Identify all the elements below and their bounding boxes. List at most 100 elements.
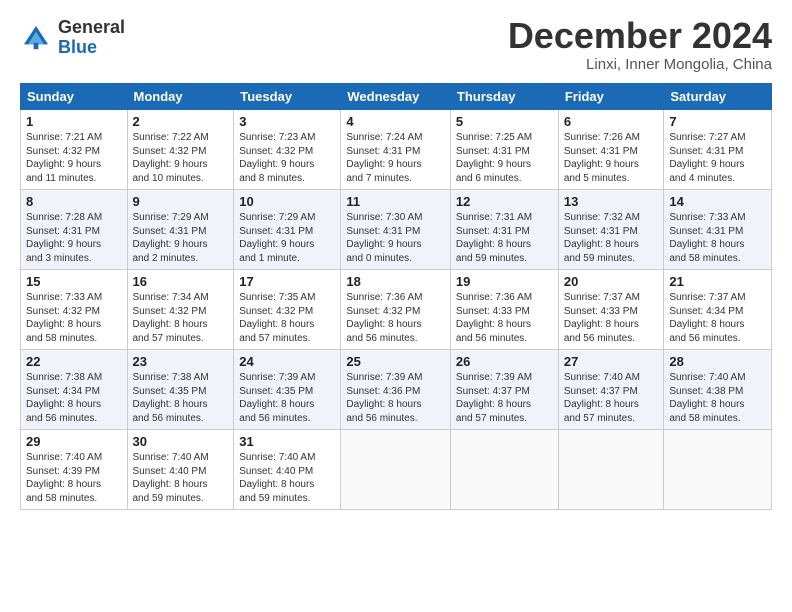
calendar-week-row: 8Sunrise: 7:28 AM Sunset: 4:31 PM Daylig… [21, 190, 772, 270]
day-details: Sunrise: 7:39 AM Sunset: 4:37 PM Dayligh… [456, 371, 553, 425]
day-number: 6 [564, 114, 659, 129]
month-title: December 2024 [508, 18, 772, 54]
calendar-week-row: 29Sunrise: 7:40 AM Sunset: 4:39 PM Dayli… [21, 430, 772, 510]
calendar-cell [664, 430, 772, 510]
calendar-cell: 10 Sunrise: 7:29 AM Sunset: 4:31 PM Dayli… [234, 190, 341, 270]
day-details: Sunrise: 7:21 AM Sunset: 4:32 PM Dayligh… [26, 131, 122, 185]
day-number: 23 [133, 354, 229, 369]
calendar-cell: 30Sunrise: 7:40 AM Sunset: 4:40 PM Dayli… [127, 430, 234, 510]
calendar-cell: 8Sunrise: 7:28 AM Sunset: 4:31 PM Daylig… [21, 190, 128, 270]
col-header-thursday: Thursday [450, 84, 558, 110]
calendar-cell: 1 Sunrise: 7:21 AM Sunset: 4:32 PM Daylig… [21, 110, 128, 190]
day-details: Sunrise: 7:36 AM Sunset: 4:32 PM Dayligh… [346, 291, 445, 345]
day-details: Sunrise: 7:38 AM Sunset: 4:34 PM Dayligh… [26, 371, 122, 425]
logo-icon [20, 22, 52, 54]
col-header-tuesday: Tuesday [234, 84, 341, 110]
day-number: 14 [669, 194, 766, 209]
location-subtitle: Linxi, Inner Mongolia, China [508, 56, 772, 73]
day-number: 7 [669, 114, 766, 129]
col-header-saturday: Saturday [664, 84, 772, 110]
calendar-cell: 7Sunrise: 7:27 AM Sunset: 4:31 PM Daylig… [664, 110, 772, 190]
day-details: Sunrise: 7:38 AM Sunset: 4:35 PM Dayligh… [133, 371, 229, 425]
calendar-cell: 19 Sunrise: 7:36 AM Sunset: 4:33 PM Dayli… [450, 270, 558, 350]
calendar-cell: 27 Sunrise: 7:40 AM Sunset: 4:37 PM Dayli… [558, 350, 664, 430]
day-number: 31 [239, 434, 335, 449]
calendar-cell [341, 430, 451, 510]
calendar-week-row: 15Sunrise: 7:33 AM Sunset: 4:32 PM Dayli… [21, 270, 772, 350]
day-details: Sunrise: 7:32 AM Sunset: 4:31 PM Dayligh… [564, 211, 659, 265]
day-number: 22 [26, 354, 122, 369]
calendar-cell: 14Sunrise: 7:33 AM Sunset: 4:31 PM Dayli… [664, 190, 772, 270]
day-details: Sunrise: 7:37 AM Sunset: 4:34 PM Dayligh… [669, 291, 766, 345]
calendar-cell: 3Sunrise: 7:23 AM Sunset: 4:32 PM Daylig… [234, 110, 341, 190]
day-number: 26 [456, 354, 553, 369]
day-number: 28 [669, 354, 766, 369]
day-number: 17 [239, 274, 335, 289]
day-number: 1 [26, 114, 122, 129]
day-details: Sunrise: 7:33 AM Sunset: 4:32 PM Dayligh… [26, 291, 122, 345]
calendar-week-row: 22 Sunrise: 7:38 AM Sunset: 4:34 PM Dayli… [21, 350, 772, 430]
col-header-monday: Monday [127, 84, 234, 110]
calendar-cell: 13 Sunrise: 7:32 AM Sunset: 4:31 PM Dayli… [558, 190, 664, 270]
title-block: December 2024 Linxi, Inner Mongolia, Chi… [508, 18, 772, 73]
day-number: 12 [456, 194, 553, 209]
calendar-cell: 21 Sunrise: 7:37 AM Sunset: 4:34 PM Dayli… [664, 270, 772, 350]
day-details: Sunrise: 7:40 AM Sunset: 4:37 PM Dayligh… [564, 371, 659, 425]
logo-general: General [58, 18, 125, 38]
day-number: 3 [239, 114, 335, 129]
col-header-sunday: Sunday [21, 84, 128, 110]
day-number: 13 [564, 194, 659, 209]
calendar-header-row: SundayMondayTuesdayWednesdayThursdayFrid… [21, 84, 772, 110]
calendar-cell: 31 Sunrise: 7:40 AM Sunset: 4:40 PM Dayli… [234, 430, 341, 510]
day-number: 16 [133, 274, 229, 289]
calendar-cell: 23 Sunrise: 7:38 AM Sunset: 4:35 PM Dayli… [127, 350, 234, 430]
col-header-friday: Friday [558, 84, 664, 110]
day-number: 10 [239, 194, 335, 209]
day-details: Sunrise: 7:25 AM Sunset: 4:31 PM Dayligh… [456, 131, 553, 185]
day-details: Sunrise: 7:30 AM Sunset: 4:31 PM Dayligh… [346, 211, 445, 265]
calendar-cell: 11 Sunrise: 7:30 AM Sunset: 4:31 PM Dayli… [341, 190, 451, 270]
calendar-cell: 20Sunrise: 7:37 AM Sunset: 4:33 PM Dayli… [558, 270, 664, 350]
day-number: 11 [346, 194, 445, 209]
day-details: Sunrise: 7:29 AM Sunset: 4:31 PM Dayligh… [133, 211, 229, 265]
day-details: Sunrise: 7:40 AM Sunset: 4:40 PM Dayligh… [239, 451, 335, 505]
calendar-cell: 17 Sunrise: 7:35 AM Sunset: 4:32 PM Dayli… [234, 270, 341, 350]
day-details: Sunrise: 7:31 AM Sunset: 4:31 PM Dayligh… [456, 211, 553, 265]
day-details: Sunrise: 7:40 AM Sunset: 4:40 PM Dayligh… [133, 451, 229, 505]
calendar-cell: 24Sunrise: 7:39 AM Sunset: 4:35 PM Dayli… [234, 350, 341, 430]
calendar-cell: 6 Sunrise: 7:26 AM Sunset: 4:31 PM Daylig… [558, 110, 664, 190]
calendar-cell: 25 Sunrise: 7:39 AM Sunset: 4:36 PM Dayli… [341, 350, 451, 430]
day-details: Sunrise: 7:24 AM Sunset: 4:31 PM Dayligh… [346, 131, 445, 185]
day-number: 21 [669, 274, 766, 289]
day-details: Sunrise: 7:28 AM Sunset: 4:31 PM Dayligh… [26, 211, 122, 265]
calendar-cell: 29Sunrise: 7:40 AM Sunset: 4:39 PM Dayli… [21, 430, 128, 510]
day-number: 25 [346, 354, 445, 369]
calendar-cell: 15Sunrise: 7:33 AM Sunset: 4:32 PM Dayli… [21, 270, 128, 350]
col-header-wednesday: Wednesday [341, 84, 451, 110]
calendar-cell: 18 Sunrise: 7:36 AM Sunset: 4:32 PM Dayli… [341, 270, 451, 350]
calendar-table: SundayMondayTuesdayWednesdayThursdayFrid… [20, 83, 772, 510]
logo-text: General Blue [58, 18, 125, 58]
day-details: Sunrise: 7:26 AM Sunset: 4:31 PM Dayligh… [564, 131, 659, 185]
day-details: Sunrise: 7:29 AM Sunset: 4:31 PM Dayligh… [239, 211, 335, 265]
day-details: Sunrise: 7:36 AM Sunset: 4:33 PM Dayligh… [456, 291, 553, 345]
calendar-week-row: 1 Sunrise: 7:21 AM Sunset: 4:32 PM Daylig… [21, 110, 772, 190]
day-number: 27 [564, 354, 659, 369]
day-number: 24 [239, 354, 335, 369]
day-number: 18 [346, 274, 445, 289]
day-details: Sunrise: 7:22 AM Sunset: 4:32 PM Dayligh… [133, 131, 229, 185]
calendar-cell: 2 Sunrise: 7:22 AM Sunset: 4:32 PM Daylig… [127, 110, 234, 190]
header: General Blue December 2024 Linxi, Inner … [20, 18, 772, 73]
day-number: 2 [133, 114, 229, 129]
day-details: Sunrise: 7:34 AM Sunset: 4:32 PM Dayligh… [133, 291, 229, 345]
logo-blue: Blue [58, 38, 125, 58]
calendar-cell: 26 Sunrise: 7:39 AM Sunset: 4:37 PM Dayli… [450, 350, 558, 430]
day-number: 19 [456, 274, 553, 289]
day-number: 5 [456, 114, 553, 129]
day-details: Sunrise: 7:39 AM Sunset: 4:36 PM Dayligh… [346, 371, 445, 425]
page: General Blue December 2024 Linxi, Inner … [0, 0, 792, 520]
day-details: Sunrise: 7:35 AM Sunset: 4:32 PM Dayligh… [239, 291, 335, 345]
calendar-cell [450, 430, 558, 510]
calendar-cell: 16 Sunrise: 7:34 AM Sunset: 4:32 PM Dayli… [127, 270, 234, 350]
day-number: 4 [346, 114, 445, 129]
